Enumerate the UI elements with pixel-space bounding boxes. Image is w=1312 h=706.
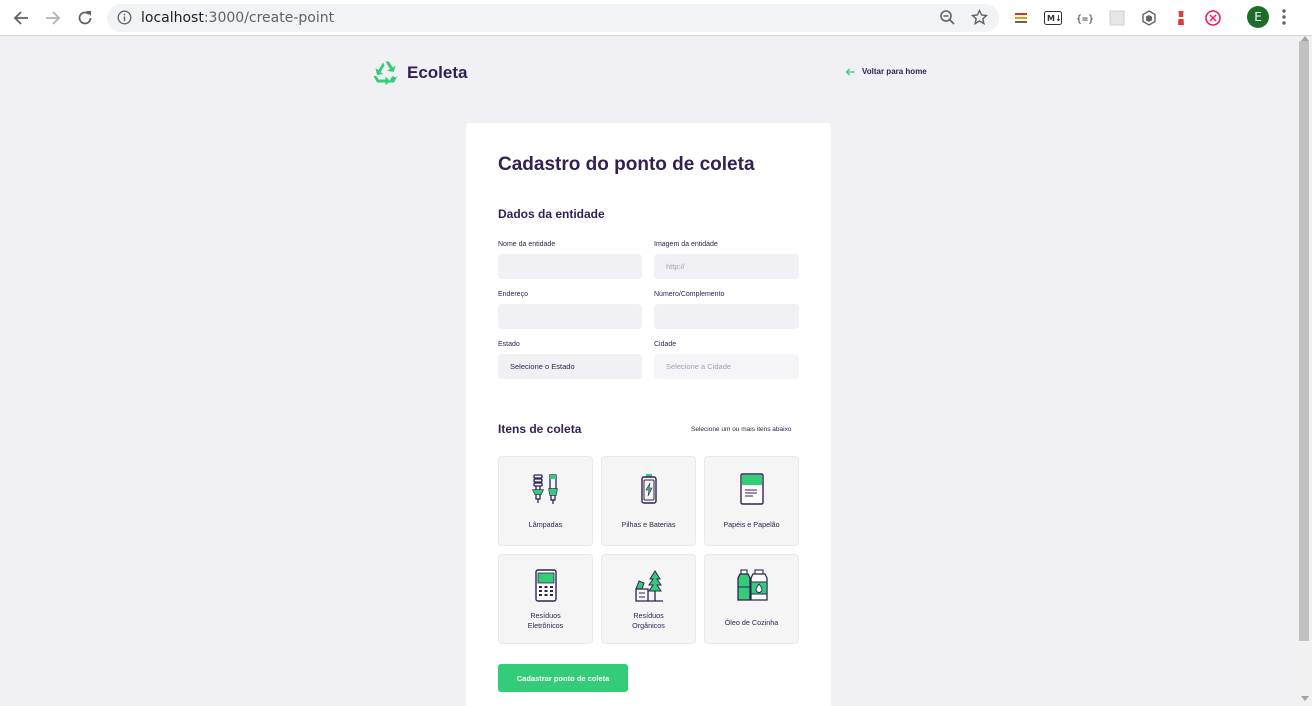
oil-icon	[733, 567, 770, 603]
grid-extension-icon[interactable]	[1108, 9, 1126, 27]
json-extension-icon[interactable]: {=}	[1076, 9, 1094, 27]
svg-text:{=}: {=}	[1076, 14, 1094, 25]
back-to-home-link[interactable]: Voltar para home	[845, 67, 927, 76]
item-lampadas[interactable]: Lâmpadas	[498, 456, 593, 546]
state-select[interactable]: Selecione o Estado	[498, 354, 642, 379]
logo-text: Ecoleta	[407, 62, 468, 82]
item-label: Resíduos Eletrônicos	[527, 611, 564, 630]
back-icon[interactable]	[11, 8, 31, 28]
url-text: localhost:3000/create-point	[141, 10, 334, 26]
address-label: Endereço	[498, 291, 528, 298]
avatar-letter: E	[1254, 10, 1262, 24]
number-input[interactable]	[654, 304, 799, 329]
entity-image-label: Imagem da entidade	[654, 241, 718, 248]
entity-section-title: Dados da entidade	[498, 207, 605, 221]
city-label: Cidade	[654, 341, 677, 348]
ecoleta-logo: Ecoleta	[372, 60, 467, 85]
electronics-icon	[527, 567, 564, 603]
item-pilhas-baterias[interactable]: Pilhas e Baterias	[601, 456, 696, 546]
form-title: Cadastro do ponto de coleta	[498, 154, 755, 175]
item-label: Óleo de Cozinha	[724, 618, 779, 627]
url-host: localhost	[141, 10, 204, 26]
reload-icon[interactable]	[75, 8, 95, 28]
octagon-extension-icon[interactable]	[1204, 9, 1222, 27]
more-menu-icon[interactable]	[1281, 8, 1287, 31]
back-link-label: Voltar para home	[862, 67, 927, 76]
scroll-down-icon[interactable]	[1301, 696, 1309, 701]
entity-name-label: Nome da entidade	[498, 241, 556, 248]
item-label: Lâmpadas	[528, 520, 563, 529]
item-residuos-eletronicos[interactable]: Resíduos Eletrônicos	[498, 554, 593, 644]
items-section-title: Itens de coleta	[498, 422, 582, 436]
extension-icon[interactable]	[1012, 9, 1030, 27]
url-path: :3000/create-point	[203, 10, 335, 26]
zoom-icon[interactable]	[939, 9, 956, 31]
item-residuos-organicos[interactable]: Resíduos Orgânicos	[601, 554, 696, 644]
lighthouse-extension-icon[interactable]	[1172, 9, 1190, 27]
entity-image-input[interactable]: http://	[654, 254, 799, 279]
state-label: Estado	[498, 341, 520, 348]
organic-icon	[630, 567, 667, 603]
browser-toolbar: localhost:3000/create-point M↓ {=} E	[0, 0, 1312, 36]
forward-icon[interactable]	[43, 8, 63, 28]
profile-avatar[interactable]: E	[1247, 6, 1269, 28]
scroll-thumb[interactable]	[1299, 41, 1309, 641]
battery-icon	[630, 471, 667, 507]
bookmark-star-icon[interactable]	[970, 8, 989, 31]
hexagon-extension-icon[interactable]	[1140, 9, 1158, 27]
items-hint: Selecione um ou mais itens abaixo	[691, 426, 792, 433]
lamp-icon	[527, 471, 564, 507]
svg-text:M↓: M↓	[1047, 14, 1062, 23]
address-bar[interactable]: localhost:3000/create-point	[107, 4, 999, 32]
item-papeis-papelao[interactable]: Papéis e Papelão	[704, 456, 799, 546]
item-label: Resíduos Orgânicos	[632, 611, 665, 630]
item-label: Pilhas e Baterias	[621, 520, 676, 529]
item-oleo-cozinha[interactable]: Óleo de Cozinha	[704, 554, 799, 644]
create-point-form: Cadastro do ponto de coleta Dados da ent…	[466, 123, 831, 706]
paper-icon	[733, 471, 770, 507]
recycle-icon	[373, 61, 398, 85]
submit-button[interactable]: Cadastrar ponto de coleta	[498, 664, 628, 692]
arrow-left-icon	[845, 68, 855, 75]
markdown-extension-icon[interactable]: M↓	[1044, 9, 1062, 27]
city-select[interactable]: Selecione a Cidade	[654, 354, 799, 379]
item-label: Papéis e Papelão	[723, 520, 780, 529]
address-input[interactable]	[498, 304, 642, 329]
entity-name-input[interactable]	[498, 254, 642, 279]
info-icon[interactable]	[117, 10, 132, 30]
number-label: Número/Complemento	[654, 291, 725, 298]
page-scrollbar[interactable]	[1297, 36, 1312, 706]
